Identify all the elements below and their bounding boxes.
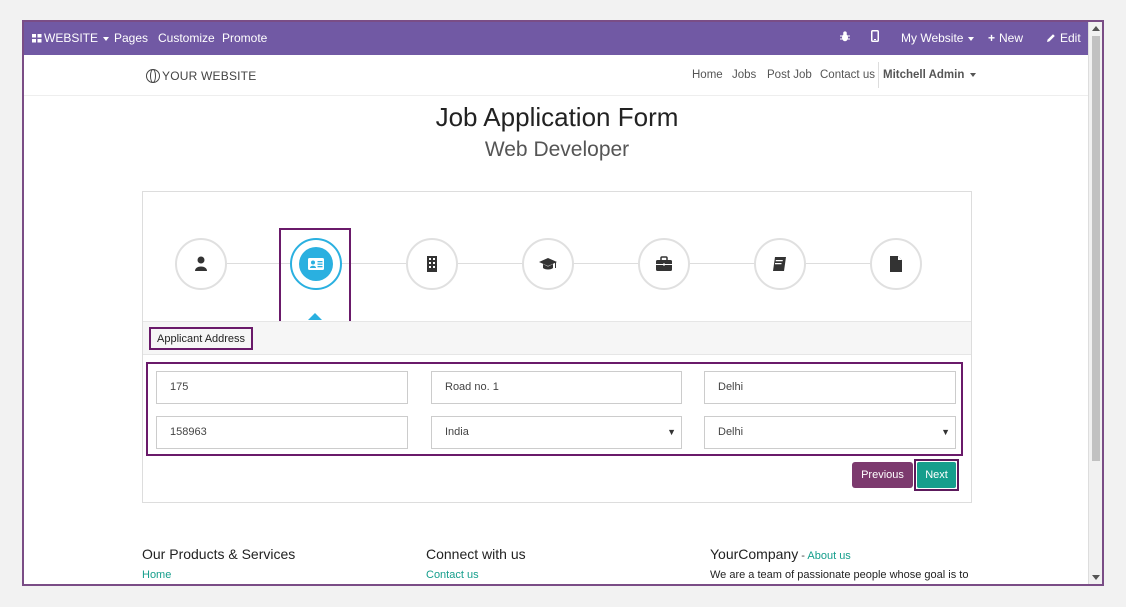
graduation-cap-icon <box>539 258 557 270</box>
scroll-down-arrow-icon[interactable] <box>1092 575 1100 580</box>
step-experience[interactable] <box>638 238 690 290</box>
pencil-icon <box>1046 23 1056 56</box>
state-value: Delhi <box>718 426 744 438</box>
scroll-up-arrow-icon[interactable] <box>1092 26 1100 31</box>
footer-connect-title: Connect with us <box>426 546 526 562</box>
site-logo[interactable]: YOUR WEBSITE <box>146 69 256 83</box>
active-step-highlight <box>279 228 351 326</box>
country-value: India <box>445 426 469 438</box>
address-fields-group: 175 Road no. 1 Delhi 158963 India ▼ Delh… <box>146 362 963 456</box>
about-us-link[interactable]: About us <box>807 550 850 562</box>
nav-post-job[interactable]: Post Job <box>767 69 812 81</box>
footer-contact-link[interactable]: Contact us <box>426 569 526 581</box>
street-input[interactable]: Road no. 1 <box>431 371 682 404</box>
footer-col-products: Our Products & Services Home <box>142 546 295 581</box>
footer-col-company: YourCompany - About us We are a team of … <box>710 546 968 581</box>
nav-home[interactable]: Home <box>692 69 723 81</box>
state-select[interactable]: Delhi ▼ <box>704 416 956 449</box>
nav-divider <box>878 62 879 88</box>
step-company[interactable] <box>406 238 458 290</box>
section-title: Applicant Address <box>149 327 254 350</box>
previous-button[interactable]: Previous <box>852 462 913 488</box>
promote-menu[interactable]: Promote <box>222 22 267 55</box>
footer-col-connect: Connect with us Contact us <box>426 546 526 581</box>
caret-down-icon <box>970 72 977 77</box>
vertical-scrollbar[interactable] <box>1088 22 1102 584</box>
page-title: Job Application Form <box>435 102 679 132</box>
application-wizard: Applicant Address 175 Road no. 1 Delhi 1… <box>142 191 972 503</box>
step-personal-info[interactable] <box>175 238 227 290</box>
document-icon <box>890 256 902 272</box>
edit-label: Edit <box>1060 31 1081 45</box>
apps-grid-icon <box>32 23 42 56</box>
city-input[interactable]: Delhi <box>704 371 956 404</box>
zip-input[interactable]: 158963 <box>156 416 408 449</box>
country-select[interactable]: India ▼ <box>431 416 682 449</box>
book-icon <box>773 257 786 271</box>
scrollbar-thumb[interactable] <box>1092 36 1100 461</box>
footer-products-title: Our Products & Services <box>142 546 296 562</box>
caret-down-icon <box>103 36 110 41</box>
website-switcher[interactable]: My Website <box>901 22 975 55</box>
caret-down-icon <box>968 36 975 41</box>
user-icon <box>195 256 207 271</box>
new-label: New <box>999 31 1024 45</box>
website-switcher-label: My Website <box>901 31 964 45</box>
user-name: Mitchell Admin <box>883 69 965 81</box>
select-arrow-icon: ▼ <box>941 427 950 437</box>
new-button[interactable]: + New <box>988 22 1023 55</box>
select-arrow-icon: ▼ <box>667 427 676 437</box>
pages-menu[interactable]: Pages <box>114 22 148 55</box>
debug-bug-button[interactable] <box>840 22 850 55</box>
building-icon <box>427 256 437 272</box>
next-button[interactable]: Next <box>917 462 956 488</box>
logo-text: YOUR WEBSITE <box>162 69 257 83</box>
user-menu[interactable]: Mitchell Admin <box>883 69 977 81</box>
step-documents[interactable] <box>870 238 922 290</box>
house-number-input[interactable]: 175 <box>156 371 408 404</box>
title-separator: - <box>798 550 808 562</box>
company-description: We are a team of passionate people whose… <box>710 569 969 581</box>
mobile-preview-button[interactable] <box>871 22 879 55</box>
nav-jobs[interactable]: Jobs <box>732 69 756 81</box>
website-app-menu[interactable]: WEBSITE <box>32 22 110 56</box>
step-education[interactable] <box>522 238 574 290</box>
mobile-icon <box>871 30 879 45</box>
bug-icon <box>840 31 850 45</box>
plus-icon: + <box>988 31 996 45</box>
site-header: YOUR WEBSITE Home Jobs Post Job Contact … <box>24 55 1090 96</box>
briefcase-icon <box>656 256 672 271</box>
nav-contact-us[interactable]: Contact us <box>820 69 875 81</box>
customize-menu[interactable]: Customize <box>158 22 215 55</box>
footer-company-title: YourCompany - About us <box>710 546 968 562</box>
job-subtitle: Web Developer <box>484 138 630 161</box>
footer-home-link[interactable]: Home <box>142 569 295 581</box>
company-name: YourCompany <box>710 546 799 562</box>
app-menu-label: WEBSITE <box>44 31 99 45</box>
active-step-pointer-icon <box>308 313 322 320</box>
next-button-highlight: Next <box>914 459 959 491</box>
browser-viewport: WEBSITE Pages Customize Promote My Websi… <box>22 20 1104 586</box>
globe-icon <box>146 69 160 83</box>
edit-button[interactable]: Edit <box>1046 22 1081 55</box>
section-header: Applicant Address <box>143 321 971 355</box>
step-skills[interactable] <box>754 238 806 290</box>
website-topbar: WEBSITE Pages Customize Promote My Websi… <box>24 22 1090 55</box>
